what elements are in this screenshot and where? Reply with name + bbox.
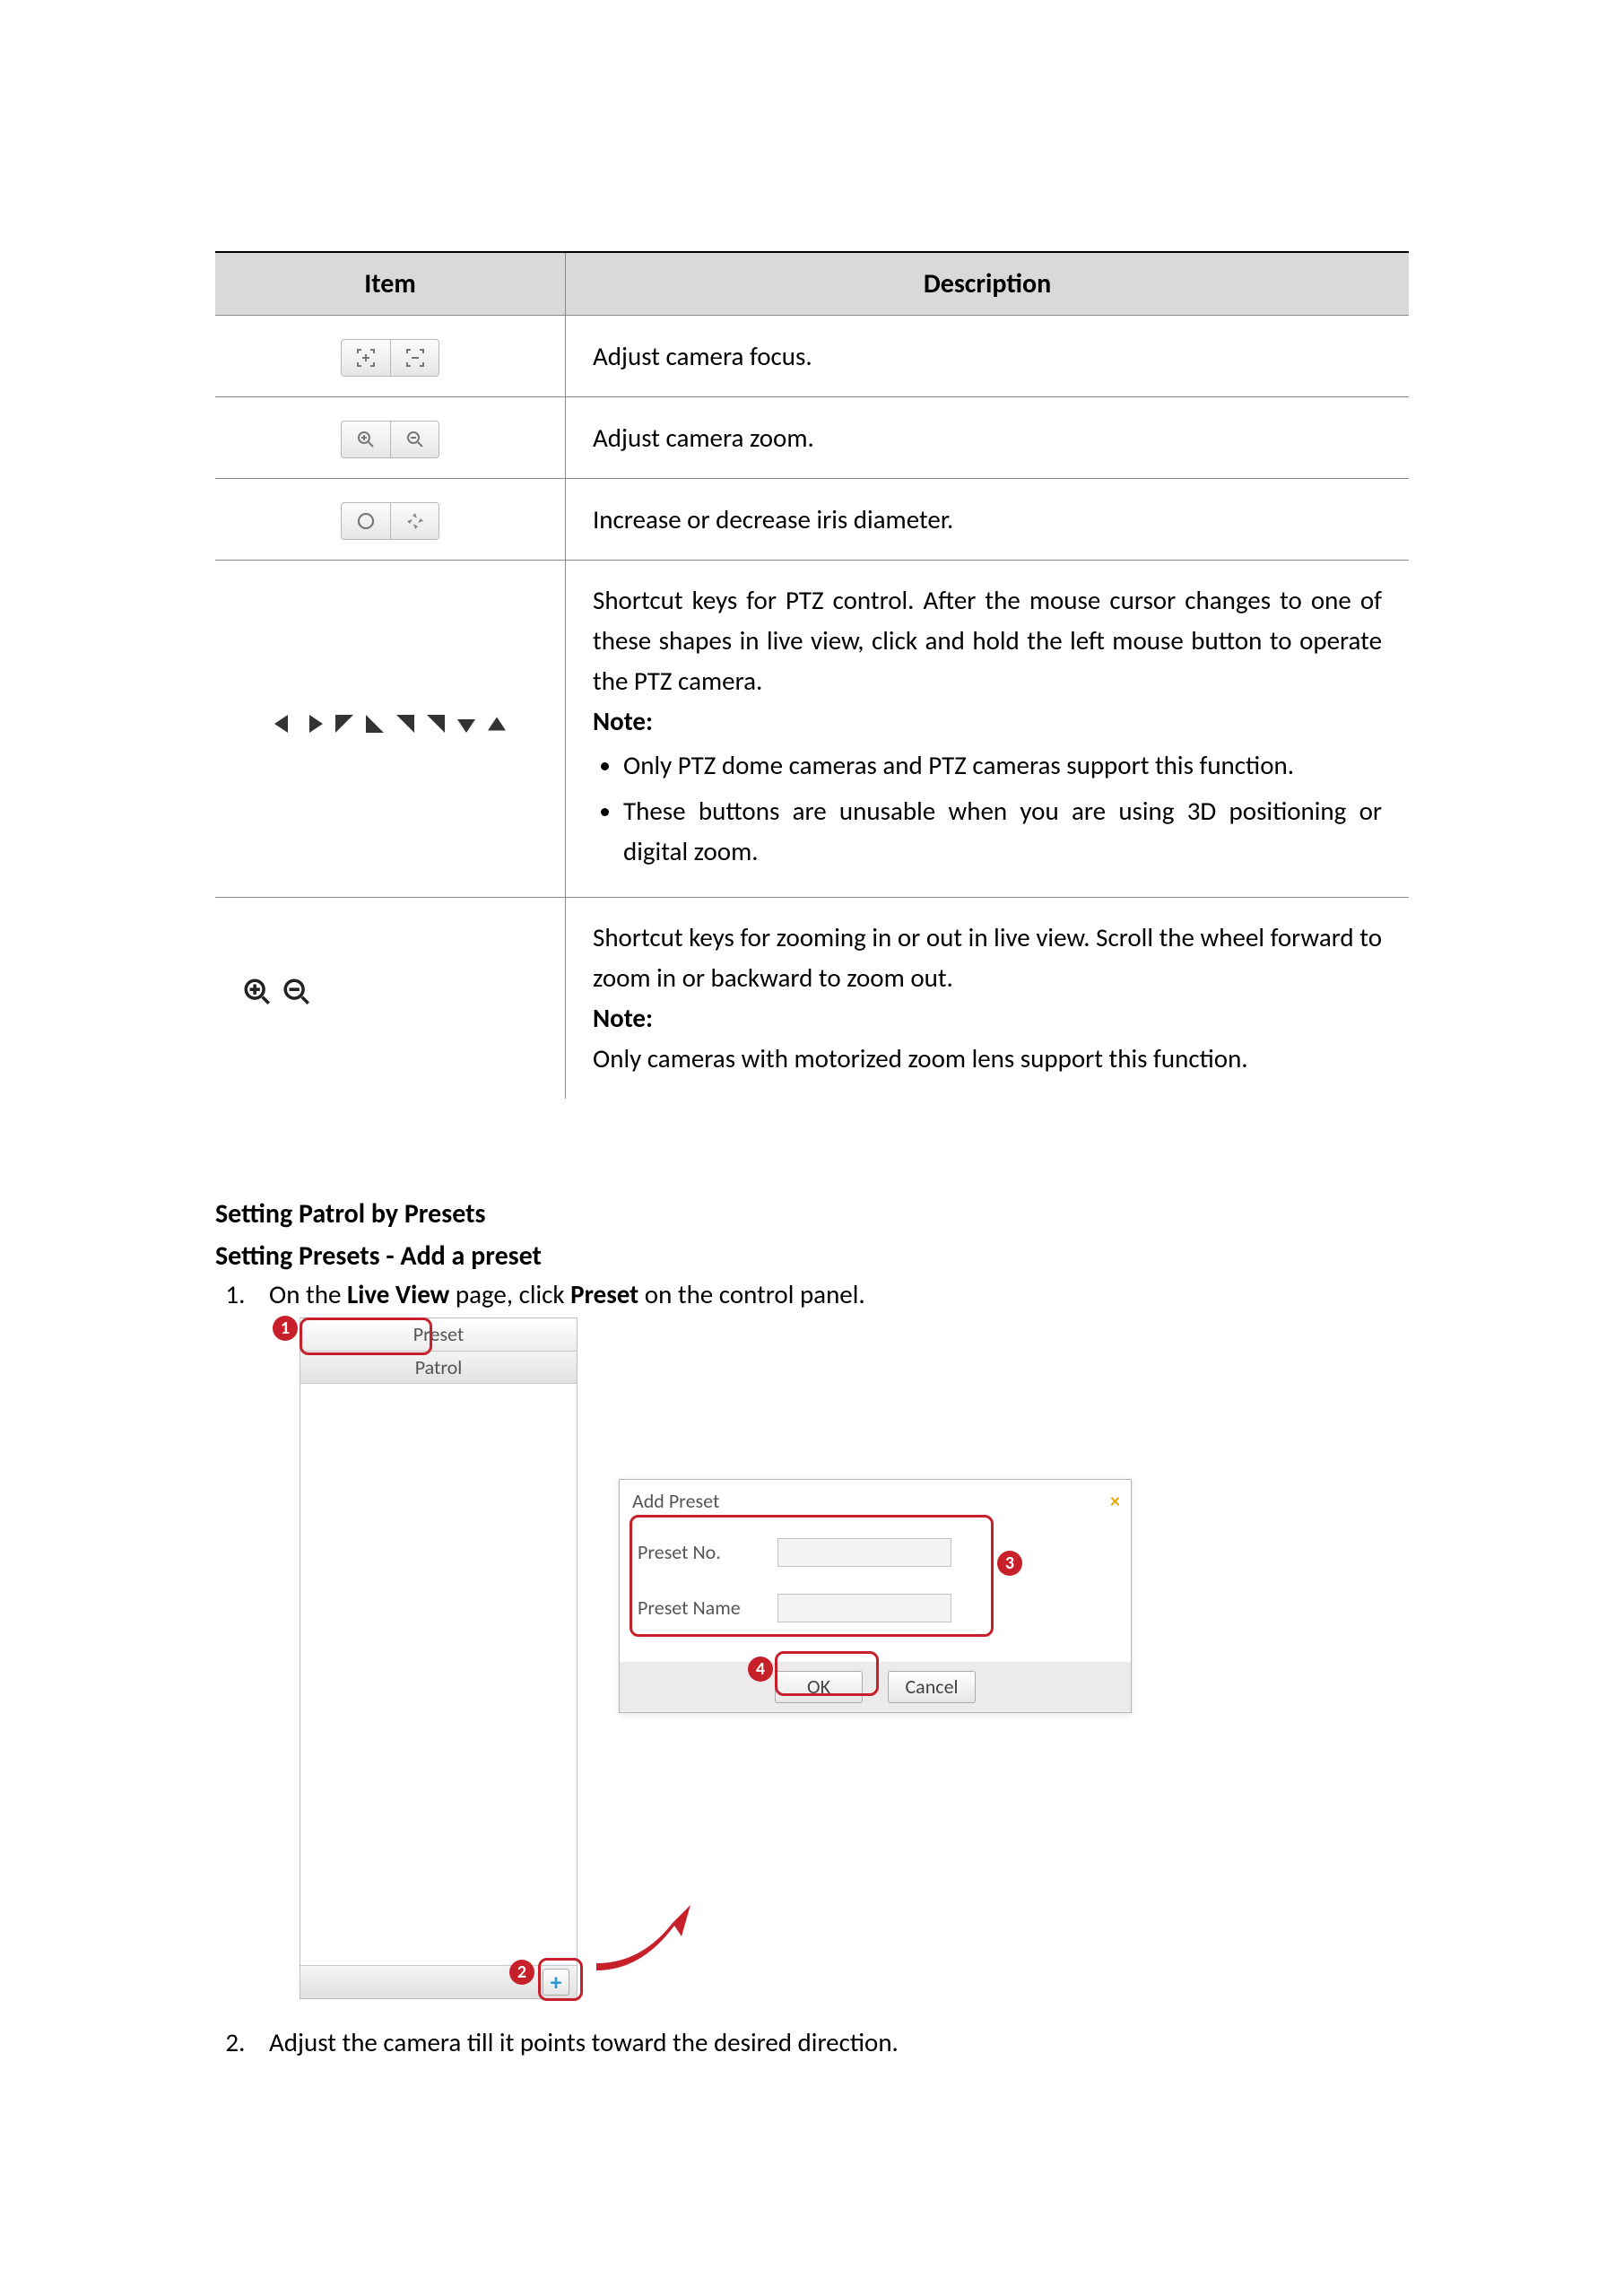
heading-presets: Setting Presets - Add a preset bbox=[215, 1239, 1409, 1273]
th-item: Item bbox=[215, 252, 566, 316]
ptz-desc: Shortcut keys for PTZ control. After the… bbox=[593, 580, 1382, 701]
scroll-desc: Shortcut keys for zooming in or out in l… bbox=[593, 918, 1382, 998]
step-2: Adjust the camera till it points toward … bbox=[251, 2026, 1409, 2058]
iris-open-icon bbox=[341, 502, 390, 540]
ptz-note-label: Note: bbox=[593, 701, 1382, 742]
preset-no-label: Preset No. bbox=[638, 1540, 763, 1564]
add-preset-button[interactable]: + bbox=[543, 1969, 569, 1996]
preset-sidebar: Preset Patrol + bbox=[300, 1318, 578, 1999]
table-row: Shortcut keys for PTZ control. After the… bbox=[215, 561, 1409, 898]
ptz-cursor-shapes-icon bbox=[270, 710, 510, 737]
tab-preset[interactable]: Preset bbox=[300, 1318, 577, 1352]
step-1: On the Live View page, click Preset on t… bbox=[251, 1278, 1409, 2008]
magnify-plus-icon bbox=[242, 977, 273, 1007]
preset-name-input[interactable] bbox=[777, 1594, 951, 1622]
table-row: Adjust camera focus. bbox=[215, 316, 1409, 397]
table-row: Increase or decrease iris diameter. bbox=[215, 479, 1409, 561]
ptz-note-item: Only PTZ dome cameras and PTZ cameras su… bbox=[623, 745, 1382, 786]
preset-no-input[interactable] bbox=[777, 1538, 951, 1567]
zoom-desc: Adjust camera zoom. bbox=[566, 397, 1410, 479]
ptz-note-item: These buttons are unusable when you are … bbox=[623, 791, 1382, 872]
scroll-note-label: Note: bbox=[593, 998, 1382, 1039]
arrow-icon bbox=[592, 1900, 699, 1979]
add-preset-dialog: Add Preset × Preset No. Preset Name OK C bbox=[619, 1479, 1132, 1713]
scroll-note-line: Only cameras with motorized zoom lens su… bbox=[593, 1039, 1382, 1079]
ptz-controls-table: Item Description Adjust camera focus. bbox=[215, 251, 1409, 1099]
callout-1: 1 bbox=[273, 1316, 298, 1341]
preset-figure: Preset Patrol + 1 2 Add Preset bbox=[269, 1318, 1139, 2008]
callout-3: 3 bbox=[997, 1551, 1022, 1576]
scroll-zoom-icons bbox=[242, 977, 312, 1007]
tab-patrol[interactable]: Patrol bbox=[300, 1352, 577, 1385]
ok-button[interactable]: OK bbox=[775, 1671, 863, 1703]
zoom-buttons bbox=[341, 421, 439, 458]
callout-2: 2 bbox=[509, 1960, 534, 1985]
dialog-title: Add Preset bbox=[632, 1489, 719, 1513]
focus-in-icon bbox=[341, 339, 390, 377]
table-row: Shortcut keys for zooming in or out in l… bbox=[215, 897, 1409, 1098]
focus-out-icon bbox=[390, 339, 439, 377]
focus-buttons bbox=[341, 339, 439, 377]
zoom-out-icon bbox=[390, 421, 439, 458]
callout-4: 4 bbox=[748, 1657, 773, 1682]
heading-patrol: Setting Patrol by Presets bbox=[215, 1197, 1409, 1231]
th-desc: Description bbox=[566, 252, 1410, 316]
focus-desc: Adjust camera focus. bbox=[566, 316, 1410, 397]
close-icon[interactable]: × bbox=[1110, 1489, 1120, 1513]
iris-close-icon bbox=[390, 502, 439, 540]
cancel-button[interactable]: Cancel bbox=[888, 1671, 976, 1703]
preset-name-label: Preset Name bbox=[638, 1596, 763, 1620]
magnify-minus-icon bbox=[282, 977, 312, 1007]
preset-list bbox=[300, 1383, 577, 1966]
table-row: Adjust camera zoom. bbox=[215, 397, 1409, 479]
zoom-in-icon bbox=[341, 421, 390, 458]
iris-buttons bbox=[341, 502, 439, 540]
iris-desc: Increase or decrease iris diameter. bbox=[566, 479, 1410, 561]
